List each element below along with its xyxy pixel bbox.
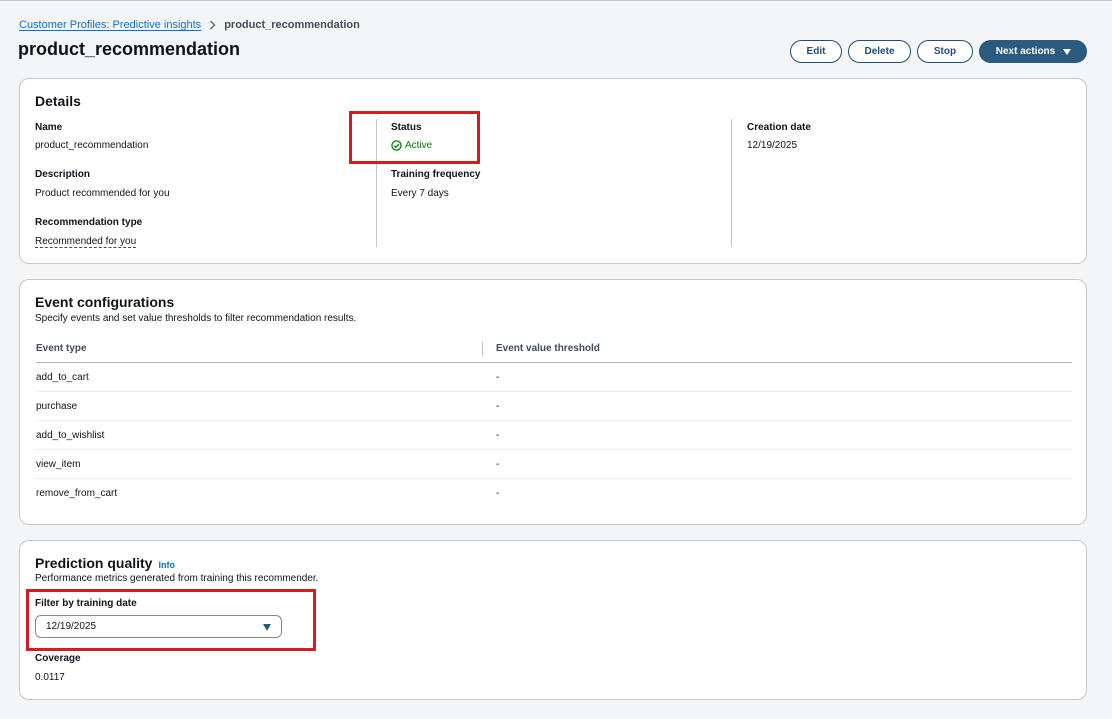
table-row: add_to_wishlist - (36, 421, 1072, 450)
threshold-cell: - (496, 459, 500, 470)
training-frequency-value: Every 7 days (391, 188, 449, 199)
threshold-cell: - (496, 372, 500, 383)
page-title: product_recommendation (18, 39, 241, 59)
table-row: remove_from_cart - (36, 479, 1072, 508)
column-header-threshold: Event value threshold (496, 343, 600, 354)
column-header-event-type: Event type (36, 343, 87, 354)
filter-training-date-label: Filter by training date (35, 598, 137, 609)
name-value: product_recommendation (35, 140, 149, 151)
training-date-selected-value: 12/19/2025 (46, 621, 97, 632)
status-text: Active (405, 140, 433, 151)
delete-button[interactable]: Delete (848, 40, 911, 63)
event-type-cell: view_item (36, 459, 81, 470)
edit-button[interactable]: Edit (790, 40, 842, 63)
description-value: Product recommended for you (35, 188, 170, 199)
status-value: Active (391, 140, 432, 151)
table-row: purchase - (36, 392, 1072, 421)
caret-down-icon (1063, 48, 1072, 55)
coverage-value: 0.0117 (35, 672, 65, 683)
event-type-cell: purchase (36, 401, 78, 412)
description-label: Description (35, 169, 91, 180)
recommendation-type-label: Recommendation type (35, 217, 143, 228)
events-table-header: Event type Event value threshold (36, 338, 1072, 363)
chevron-right-icon (209, 20, 216, 30)
threshold-cell: - (496, 401, 500, 412)
prediction-quality-description: Performance metrics generated from train… (35, 573, 319, 584)
status-label: Status (391, 122, 422, 133)
next-actions-label: Next actions (995, 46, 1056, 57)
breadcrumb: Customer Profiles: Predictive insights p… (19, 19, 360, 31)
event-configurations-title: Event configurations (35, 294, 175, 310)
details-title: Details (35, 93, 81, 109)
top-border (0, 0, 1112, 1)
recommendation-type-value[interactable]: Recommended for you (35, 236, 136, 247)
coverage-label: Coverage (35, 653, 81, 664)
threshold-cell: - (496, 430, 500, 441)
event-configurations-description: Specify events and set value thresholds … (35, 313, 357, 324)
stop-button[interactable]: Stop (917, 40, 973, 63)
training-frequency-label: Training frequency (391, 169, 481, 180)
details-card: Details Name product_recommendation Desc… (19, 78, 1087, 264)
threshold-cell: - (496, 488, 500, 499)
event-type-cell: remove_from_cart (36, 488, 118, 499)
header-actions: Edit Delete Stop Next actions (790, 40, 1087, 63)
prediction-quality-title: Prediction quality (35, 555, 153, 571)
creation-date-value: 12/19/2025 (747, 140, 798, 151)
name-label: Name (35, 122, 63, 133)
next-actions-button[interactable]: Next actions (979, 40, 1087, 63)
creation-date-label: Creation date (747, 122, 811, 133)
training-date-select[interactable]: 12/19/2025 (35, 615, 282, 638)
event-type-cell: add_to_wishlist (36, 430, 105, 441)
prediction-quality-heading: Prediction quality Info (35, 555, 175, 571)
column-divider (376, 119, 377, 247)
prediction-quality-card: Prediction quality Info Performance metri… (19, 540, 1087, 700)
breadcrumb-link-predictive-insights[interactable]: Customer Profiles: Predictive insights (19, 19, 201, 31)
breadcrumb-current: product_recommendation (224, 19, 360, 31)
column-divider (482, 342, 483, 356)
check-circle-icon (391, 140, 402, 151)
caret-down-icon (263, 624, 271, 631)
table-row: view_item - (36, 450, 1072, 479)
table-row: add_to_cart - (36, 363, 1072, 392)
column-divider (731, 119, 732, 247)
event-configurations-card: Event configurations Specify events and … (19, 279, 1087, 525)
info-link[interactable]: Info (158, 560, 175, 570)
event-type-cell: add_to_cart (36, 372, 89, 383)
